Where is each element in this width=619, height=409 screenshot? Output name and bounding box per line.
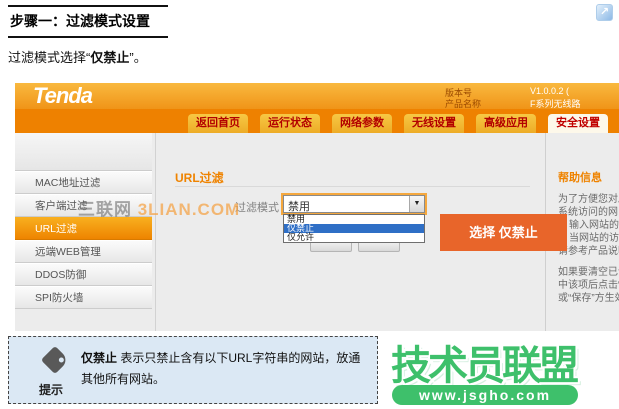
help-line: 如果要清空已设 [558, 266, 619, 279]
watermark: 三联网 3LIAN.COM [78, 195, 240, 220]
page: 步骤一：过滤模式设置 ↗ 过滤模式选择“仅禁止”。 Tenda 版本号 V1.0… [0, 0, 619, 409]
filter-mode-dropdown: 禁用 仅禁止 仅允许 [283, 214, 425, 243]
tip-label: 提示 [39, 381, 63, 398]
site-logo: 技术员联盟 [391, 333, 591, 391]
help-heading: 帮助信息 [558, 169, 602, 185]
sidebar-item-spi[interactable]: SPI防火墙 [15, 286, 152, 309]
tip-text: 仅禁止 表示只禁止含有以下URL字符串的网站，放通其他所有网站。 [81, 348, 371, 390]
tab-advanced[interactable]: 高级应用 [476, 114, 536, 133]
help-line: 当网站的访 [558, 232, 619, 245]
intro-suffix: ”。 [129, 50, 146, 65]
intro-bold: 仅禁止 [90, 50, 129, 65]
sidebar-header [15, 133, 152, 171]
intro-text: 过滤模式选择“仅禁止”。 [8, 47, 147, 66]
annotation-callout: 选择 仅禁止 [440, 214, 567, 251]
sidebar-item-mac-filter[interactable]: MAC地址过滤 [15, 171, 152, 194]
router-body: MAC地址过滤 客户端过滤 URL过滤 远端WEB管理 DDOS防御 SPI防火… [15, 133, 619, 331]
help-line: 为了方便您对局 [558, 193, 619, 206]
sidebar-item-ddos[interactable]: DDOS防御 [15, 263, 152, 286]
watermark-cn: 三联网 [78, 200, 132, 219]
tip-body: 表示只禁止含有以下URL字符串的网站，放通其他所有网站。 [81, 351, 360, 386]
expand-icon[interactable]: ↗ [596, 4, 613, 21]
sidebar-item-remote-web[interactable]: 远端WEB管理 [15, 240, 152, 263]
tip-box: 提示 仅禁止 表示只禁止含有以下URL字符串的网站，放通其他所有网站。 [8, 336, 378, 404]
tab-security[interactable]: 安全设置 [548, 114, 608, 133]
site-url-badge: www.jsgho.com [392, 385, 578, 405]
help-line: 系统访问的网 [558, 206, 619, 219]
tag-icon [41, 346, 69, 374]
select-value: 禁用 [288, 198, 310, 214]
sidebar-divider [155, 133, 156, 331]
filter-mode-label: 过滤模式 [235, 199, 279, 215]
panel-title-rule [175, 186, 530, 187]
help-paragraph-gap [558, 258, 619, 266]
help-line: 或“保存”方生效 [558, 292, 619, 305]
sidebar: MAC地址过滤 客户端过滤 URL过滤 远端WEB管理 DDOS防御 SPI防火… [15, 133, 152, 309]
router-header: Tenda 版本号 V1.0.0.2 ( 产品名称 F系列无线路 [15, 83, 619, 109]
help-line: 输入网站的 [558, 219, 619, 232]
tab-network[interactable]: 网络参数 [332, 114, 392, 133]
tip-bold: 仅禁止 [81, 351, 117, 365]
tab-status[interactable]: 运行状态 [260, 114, 320, 133]
filter-mode-select[interactable]: 禁用 ▼ [283, 195, 425, 213]
watermark-en: 3LIAN.COM [132, 200, 240, 219]
intro-prefix: 过滤模式选择“ [8, 50, 90, 65]
help-line: 中该项后点击“清 [558, 279, 619, 292]
nav-tabs: 返回首页 运行状态 网络参数 无线设置 高级应用 安全设置 [188, 114, 608, 133]
version-value: V1.0.0.2 ( [530, 86, 569, 96]
router-navbar: 返回首页 运行状态 网络参数 无线设置 高级应用 安全设置 [15, 109, 619, 133]
tab-wireless[interactable]: 无线设置 [404, 114, 464, 133]
help-line: 请参考产品说明 [558, 245, 619, 258]
panel-title: URL过滤 [175, 169, 224, 186]
step-title: 步骤一：过滤模式设置 [8, 5, 168, 38]
chevron-down-icon[interactable]: ▼ [409, 196, 424, 212]
router-screenshot: Tenda 版本号 V1.0.0.2 ( 产品名称 F系列无线路 返回首页 运行… [15, 83, 619, 331]
tenda-logo: Tenda [33, 83, 92, 109]
help-text: 为了方便您对局 系统访问的网 输入网站的 当网站的访 请参考产品说明 如果要清空… [558, 193, 619, 305]
tab-home[interactable]: 返回首页 [188, 114, 248, 133]
option-allow-only[interactable]: 仅允许 [284, 233, 424, 242]
sidebar-item-url-filter[interactable]: URL过滤 [15, 217, 152, 240]
